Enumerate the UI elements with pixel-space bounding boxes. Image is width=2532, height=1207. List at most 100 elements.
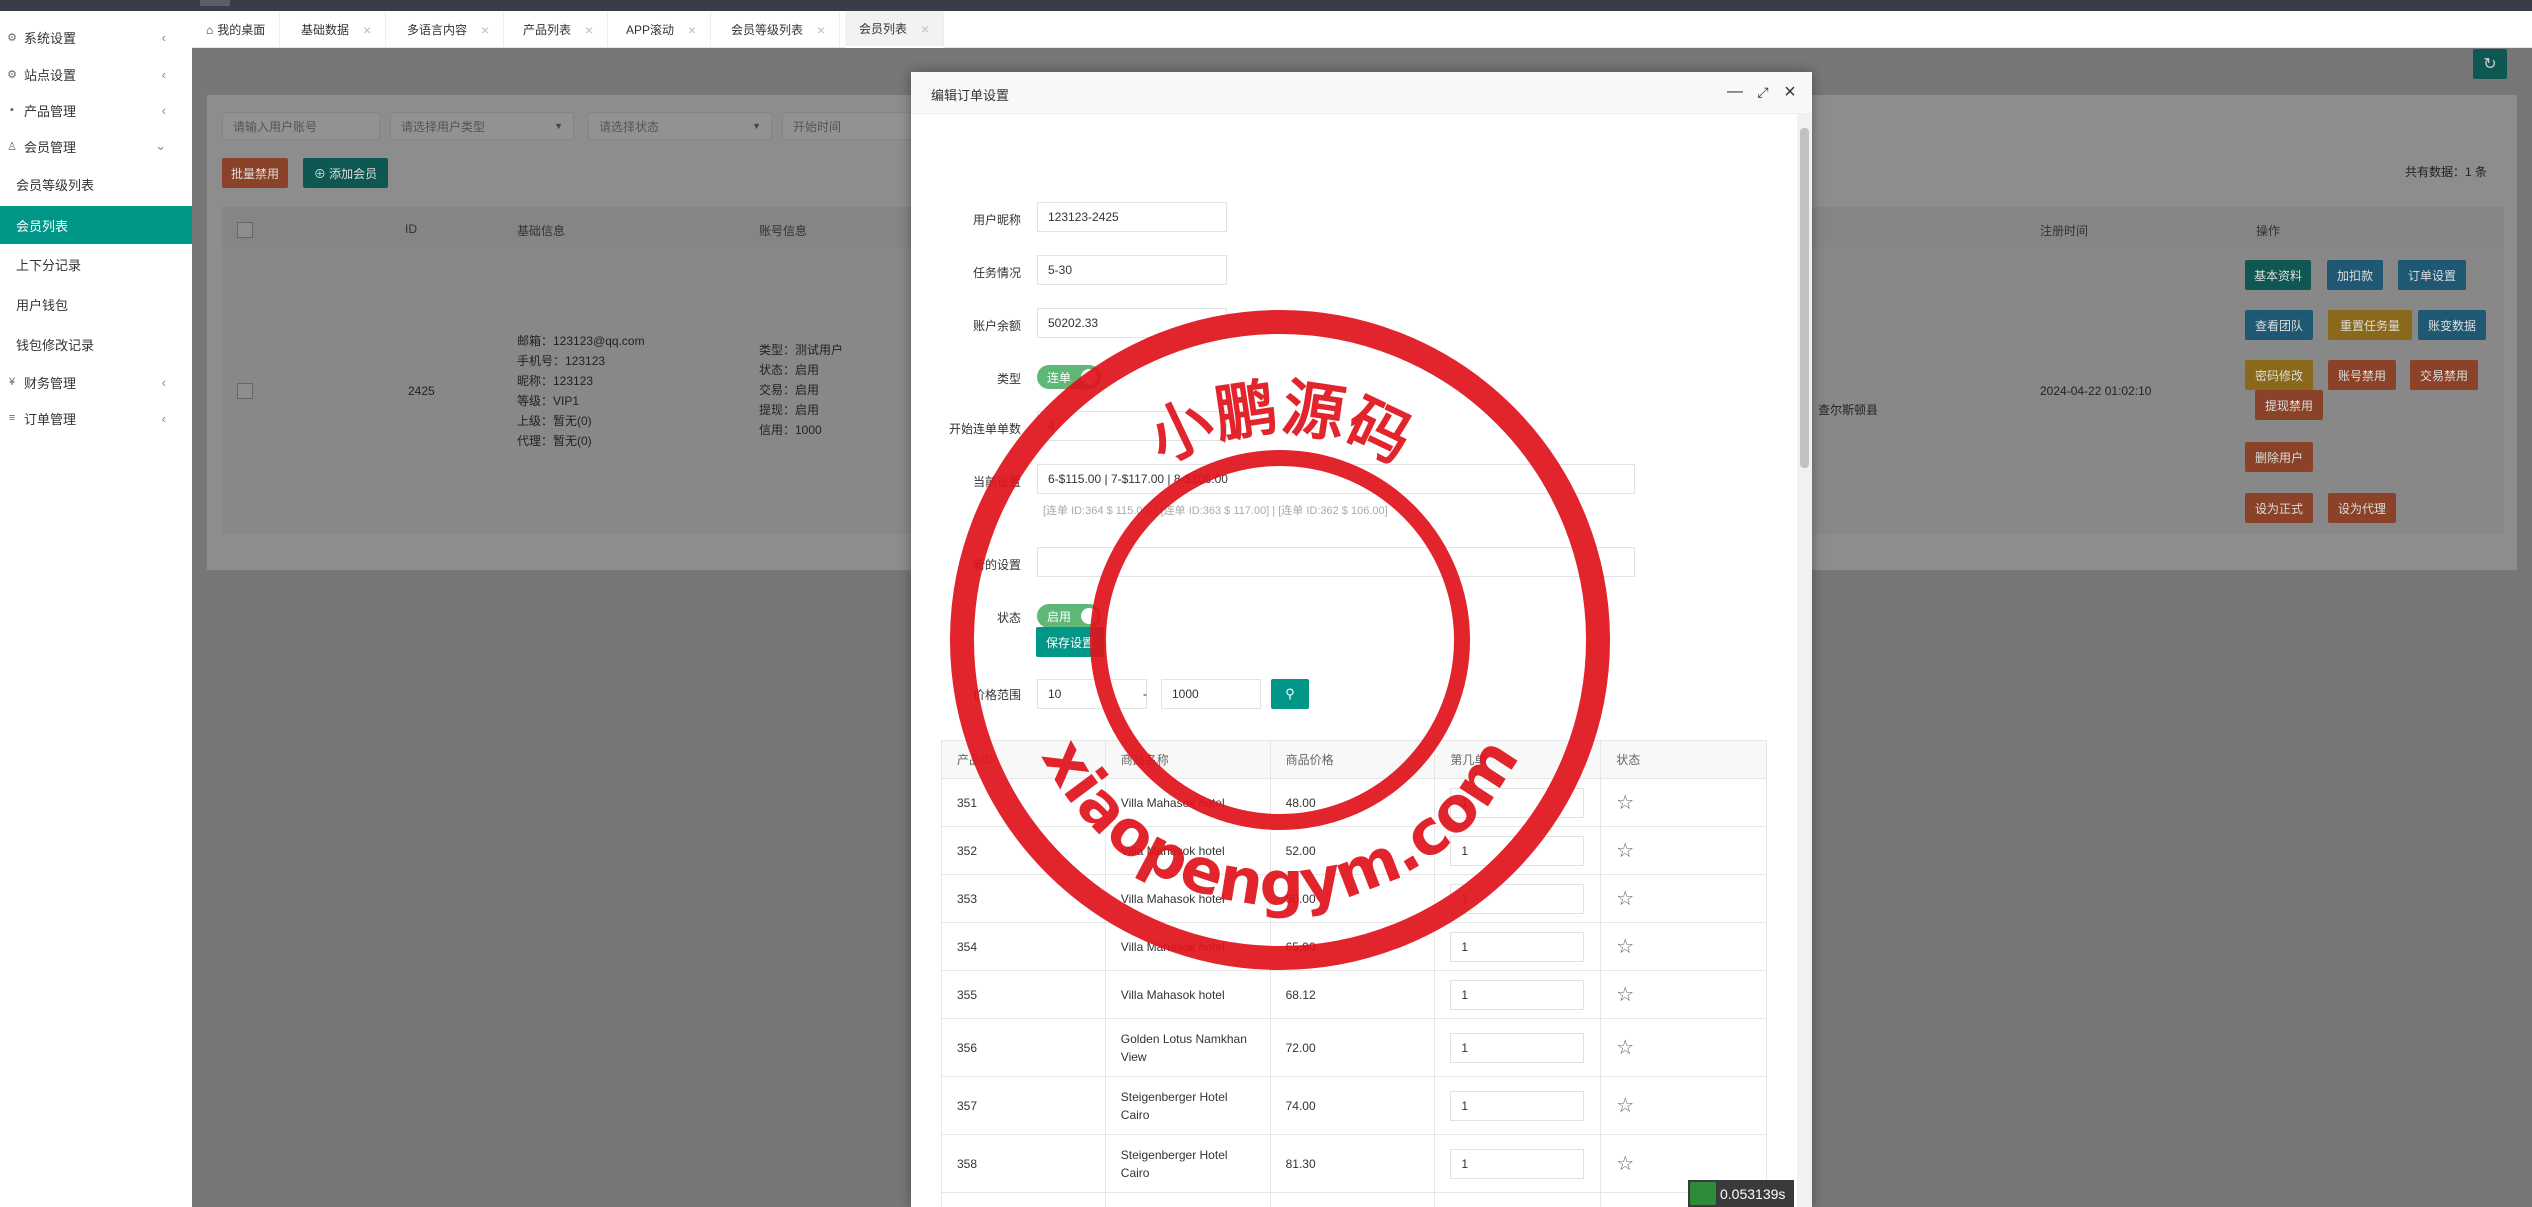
status-toggle[interactable]: 启用 — [1037, 604, 1101, 628]
sidebar-item-site-settings[interactable]: ⚙ 站点设置 ‹ — [0, 56, 192, 92]
set-official-button[interactable]: 设为正式 — [2245, 493, 2313, 523]
close-icon[interactable]: × — [817, 22, 825, 38]
product-row: 354 Villa Mahasok hotel 65.90 1 ☆ — [942, 923, 1767, 971]
sidebar-item-balance-records[interactable]: 上下分记录 — [0, 246, 192, 282]
order-nth-input[interactable]: 1 — [1450, 835, 1585, 866]
price-min-input[interactable]: 10 — [1037, 679, 1147, 709]
sidebar-item-system-settings[interactable]: ⚙ 系统设置 ‹ — [0, 19, 192, 55]
tab-desktop[interactable]: ⌂ 我的桌面 — [192, 11, 281, 48]
scrollbar-thumb[interactable] — [1800, 128, 1809, 468]
close-icon[interactable]: × — [688, 22, 696, 38]
tab-basic-data[interactable]: 基础数据 × — [287, 11, 387, 48]
order-nth-input[interactable]: 1 — [1450, 979, 1585, 1010]
maximize-icon[interactable]: ⤢ — [1753, 82, 1773, 102]
disable-withdraw-button[interactable]: 提现禁用 — [2255, 390, 2323, 420]
sidebar-item-wallet-changes[interactable]: 钱包修改记录 — [0, 326, 192, 362]
order-nth-cell: 1 — [1435, 971, 1602, 1018]
nickname-input[interactable]: 123123-2425 — [1037, 202, 1227, 232]
start-count-input[interactable]: 4 — [1037, 411, 1227, 441]
product-name: Steigenberger Hotel Cairo — [1106, 1135, 1271, 1192]
sidebar-item-label: 会员管理 — [24, 139, 77, 155]
user-type-select[interactable]: 请选择用户类型 ▼ — [390, 112, 574, 140]
modal-scrollbar[interactable] — [1797, 114, 1812, 1207]
chevron-left-icon: ‹ — [161, 102, 166, 118]
order-nth-input[interactable]: 1 — [1450, 1090, 1585, 1121]
reset-tasks-button[interactable]: 重置任务量 — [2328, 310, 2412, 340]
select-all-checkbox[interactable] — [237, 222, 253, 238]
order-nth-input[interactable]: 1 — [1450, 787, 1585, 818]
account-search-input[interactable]: 请输入用户账号 — [222, 112, 380, 140]
tab-multilanguage[interactable]: 多语言内容 × — [393, 11, 505, 48]
sidebar-item-product-management[interactable]: ▪ 产品管理 ‹ — [0, 92, 192, 128]
minimize-icon[interactable]: — — [1725, 82, 1745, 102]
refresh-button[interactable]: ↻ — [2473, 49, 2507, 79]
basic-info-button[interactable]: 基本资料 — [2245, 260, 2311, 290]
order-nth-input[interactable]: 1 — [1450, 931, 1585, 962]
change-password-button[interactable]: 密码修改 — [2245, 360, 2313, 390]
set-agent-button[interactable]: 设为代理 — [2328, 493, 2396, 523]
tab-product-list[interactable]: 产品列表 × — [509, 11, 609, 48]
row-checkbox[interactable] — [237, 383, 253, 399]
close-icon[interactable]: × — [921, 21, 929, 37]
star-icon[interactable]: ☆ — [1616, 985, 1634, 1005]
sidebar-item-label: 会员列表 — [16, 218, 69, 234]
new-settings-input[interactable] — [1037, 547, 1635, 577]
close-icon[interactable]: × — [585, 22, 593, 38]
balance-input[interactable]: 50202.33 — [1037, 308, 1227, 338]
order-nth-input[interactable]: 1 — [1450, 883, 1585, 914]
account-changes-button[interactable]: 账变数据 — [2418, 310, 2486, 340]
close-icon[interactable]: × — [481, 22, 489, 38]
new-settings-label: 新的设置 — [972, 558, 1021, 572]
sidebar-item-user-wallet[interactable]: 用户钱包 — [0, 286, 192, 322]
delete-user-button[interactable]: 删除用户 — [2245, 442, 2313, 472]
tab-app-scroll[interactable]: APP滚动 × — [612, 11, 712, 48]
order-nth-input[interactable]: 1 — [1450, 1148, 1585, 1179]
star-icon[interactable]: ☆ — [1616, 841, 1634, 861]
product-name: Villa Mahasok hotel — [1106, 923, 1271, 970]
sidebar-item-member-management[interactable]: ♙ 会员管理 ⌄ — [0, 128, 192, 164]
sidebar-item-label: 产品管理 — [24, 103, 77, 119]
basic-superior: 上级：暂无(0) — [517, 414, 592, 428]
tab-member-list[interactable]: 会员列表 × — [845, 11, 945, 48]
task-label: 任务情况 — [972, 266, 1021, 280]
toggle-label: 启用 — [1047, 609, 1072, 624]
batch-disable-button[interactable]: 批量禁用 — [222, 158, 288, 188]
disable-trading-button[interactable]: 交易禁用 — [2410, 360, 2478, 390]
sidebar-item-member-list[interactable]: 会员列表 — [0, 206, 192, 244]
add-member-button[interactable]: ⊕ 添加会员 — [303, 158, 388, 188]
start-time-input[interactable]: 开始时间 — [782, 112, 912, 140]
account-withdraw: 提现：启用 — [759, 403, 820, 417]
disable-account-button[interactable]: 账号禁用 — [2328, 360, 2396, 390]
star-icon[interactable]: ☆ — [1616, 889, 1634, 909]
order-nth-input[interactable]: 1 — [1450, 1032, 1585, 1063]
order-nth-cell: 1 — [1435, 1193, 1602, 1207]
tab-member-levels[interactable]: 会员等级列表 × — [717, 11, 841, 48]
task-input[interactable]: 5-30 — [1037, 255, 1227, 285]
product-id: 358 — [942, 1135, 1106, 1192]
product-table: 产品ID 商品名称 商品价格 第几单 状态 351 Villa Mahasok h… — [941, 740, 1767, 1207]
order-settings-button[interactable]: 订单设置 — [2398, 260, 2466, 290]
sidebar-item-finance-management[interactable]: ¥ 财务管理 ‹ — [0, 364, 192, 400]
col-product-id: 产品ID — [942, 741, 1106, 778]
price-max-input[interactable]: 1000 — [1161, 679, 1261, 709]
account-status: 状态：启用 — [759, 363, 820, 377]
save-settings-button[interactable]: 保存设置 — [1036, 627, 1104, 657]
star-icon[interactable]: ☆ — [1616, 1096, 1634, 1116]
sidebar-item-order-management[interactable]: ≡ 订单管理 ‹ — [0, 400, 192, 436]
view-team-button[interactable]: 查看团队 — [2245, 310, 2313, 340]
product-row: 352 Villa Mahasok hotel 52.00 1 ☆ — [942, 827, 1767, 875]
close-icon[interactable]: × — [1780, 82, 1800, 102]
star-icon[interactable]: ☆ — [1616, 1038, 1634, 1058]
adjust-balance-button[interactable]: 加扣款 — [2327, 260, 2383, 290]
close-icon[interactable]: × — [363, 22, 371, 38]
current-settings-input[interactable]: 6-$115.00 | 7-$117.00 | 8-$106.00 — [1037, 464, 1635, 494]
search-button[interactable]: ⚲ — [1271, 679, 1309, 709]
star-icon[interactable]: ☆ — [1616, 1154, 1634, 1174]
star-icon[interactable]: ☆ — [1616, 937, 1634, 957]
col-status: 状态 — [1601, 741, 1767, 778]
sidebar-item-member-levels[interactable]: 会员等级列表 — [0, 166, 192, 202]
star-icon[interactable]: ☆ — [1616, 793, 1634, 813]
edit-order-settings-modal: 编辑订单设置 — ⤢ × 用户昵称 123123-2425 任务情况 5-30 … — [911, 72, 1812, 1207]
type-toggle[interactable]: 连单 — [1037, 365, 1101, 389]
status-select[interactable]: 请选择状态 ▼ — [588, 112, 772, 140]
